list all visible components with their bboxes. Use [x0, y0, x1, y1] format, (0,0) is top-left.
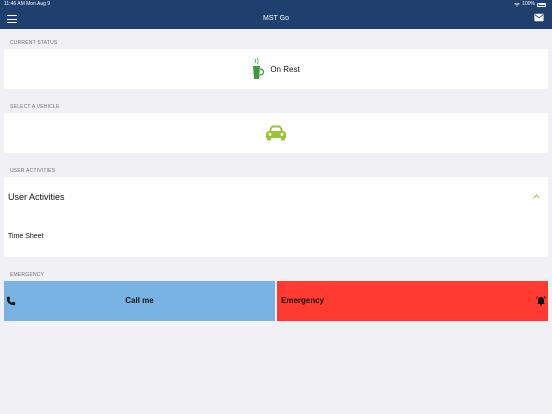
wifi-icon	[514, 2, 521, 7]
call-me-label: Call me	[125, 296, 154, 305]
time-sheet-item[interactable]: Time Sheet	[8, 233, 44, 240]
current-status-value: On Rest	[270, 64, 300, 74]
user-activities-label: USER ACTIVITIES	[10, 168, 56, 174]
alarm-bell-icon	[536, 296, 546, 306]
coffee-cup-icon	[253, 58, 265, 79]
user-activities-title[interactable]: User Activities	[8, 192, 65, 202]
page-title: MST Go	[263, 15, 289, 22]
status-indicators: 100%	[514, 0, 546, 9]
current-status-label: CURRENT STATUS	[10, 40, 58, 46]
car-icon	[266, 125, 286, 141]
battery-percent: 100%	[522, 1, 535, 7]
current-status-card[interactable]: On Rest	[4, 49, 548, 89]
battery-icon	[537, 2, 546, 7]
select-vehicle-label: SELECT A VEHICLE	[10, 104, 60, 110]
emergency-label: EMERGENCY	[10, 272, 45, 278]
user-activities-card: User Activities Time Sheet	[4, 177, 548, 257]
chevron-up-icon[interactable]	[533, 193, 540, 200]
call-me-button[interactable]: Call me	[4, 281, 275, 321]
status-bar: 11:46 AM Mon Aug 9 100%	[0, 0, 552, 9]
emergency-button-label: Emergency	[281, 296, 325, 305]
emergency-button[interactable]: Emergency	[277, 281, 548, 321]
nav-bar: MST Go	[0, 9, 552, 29]
mail-button[interactable]	[534, 13, 544, 22]
status-time: 11:46 AM Mon Aug 9	[4, 1, 51, 7]
select-vehicle-card[interactable]	[4, 113, 548, 153]
